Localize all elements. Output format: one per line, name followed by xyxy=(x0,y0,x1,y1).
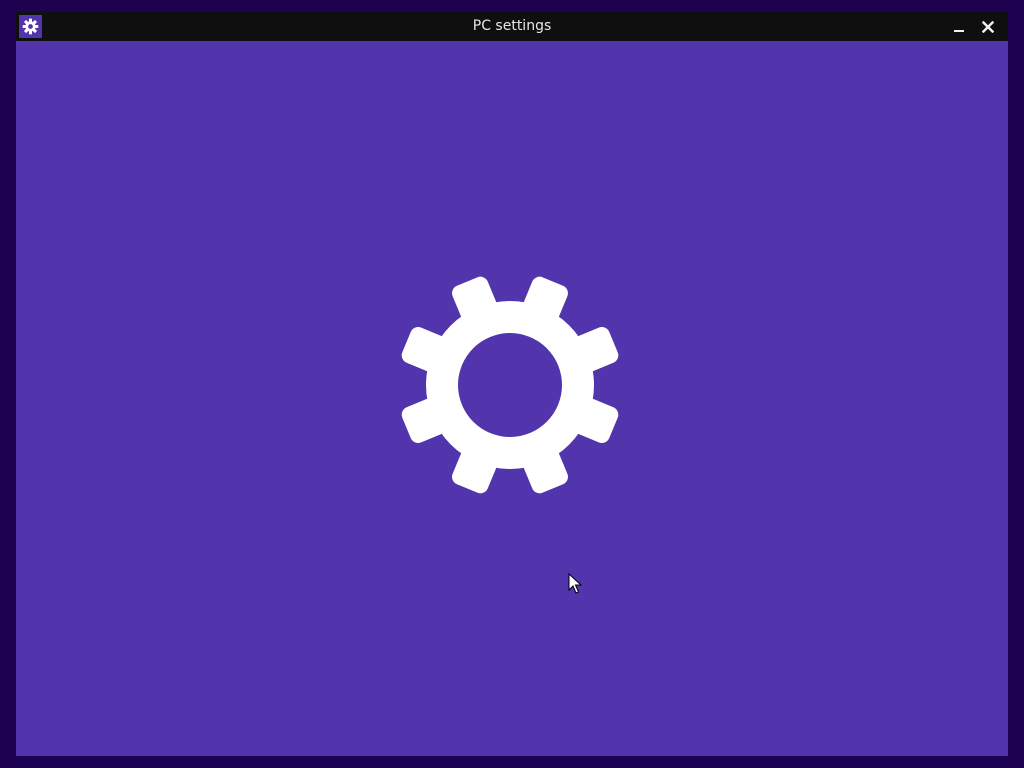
mouse-pointer-icon xyxy=(568,573,582,594)
pc-settings-window: PC settings xyxy=(0,0,1024,768)
close-button[interactable] xyxy=(973,12,1002,41)
title-bar[interactable]: PC settings xyxy=(16,12,1008,41)
window-controls xyxy=(944,12,1002,41)
minimize-button[interactable] xyxy=(944,12,973,41)
splash-screen xyxy=(16,41,1008,756)
minimize-icon xyxy=(953,29,964,32)
gear-icon xyxy=(401,276,619,494)
window-title: PC settings xyxy=(472,18,552,34)
close-icon xyxy=(981,20,994,33)
